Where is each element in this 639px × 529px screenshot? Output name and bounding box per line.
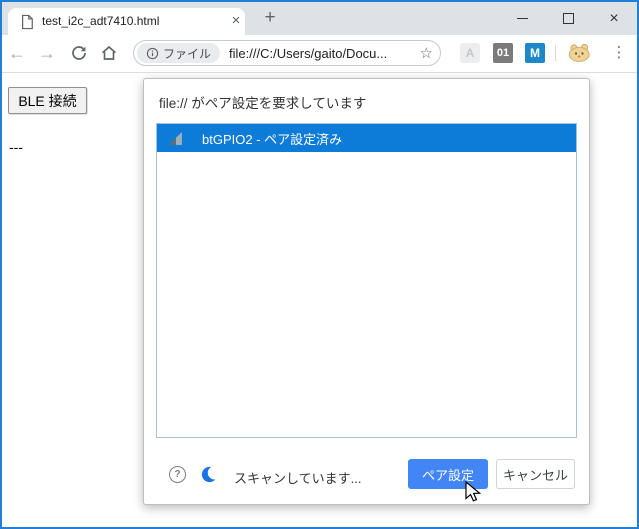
maximize-icon	[563, 13, 574, 24]
bookmark-star-icon[interactable]: ☆	[420, 42, 433, 65]
counter-extension-icon[interactable]: 01	[493, 43, 513, 63]
window-controls: ×	[499, 2, 637, 35]
tab-close-icon[interactable]: ×	[226, 8, 246, 35]
title-bar[interactable]: test_i2c_adt7410.html × + ×	[2, 2, 637, 35]
ble-connect-button[interactable]: BLE 接続	[8, 87, 87, 114]
extension-separator	[555, 45, 556, 61]
device-row[interactable]: btGPIO2 - ペア設定済み	[157, 124, 576, 152]
help-icon[interactable]: ?	[169, 466, 186, 483]
forward-icon[interactable]: →	[33, 35, 61, 71]
close-window-button[interactable]: ×	[591, 2, 637, 35]
device-list[interactable]: btGPIO2 - ペア設定済み	[156, 123, 577, 438]
back-icon[interactable]: ←	[3, 35, 31, 71]
scanning-spinner-icon	[200, 465, 219, 484]
page-status-text: ---	[9, 139, 23, 155]
tab-title: test_i2c_adt7410.html	[42, 8, 159, 35]
signal-strength-icon	[167, 130, 184, 147]
security-chip-label: ファイル	[163, 45, 211, 62]
page-favicon-icon	[20, 14, 34, 35]
new-tab-icon[interactable]: +	[258, 4, 282, 32]
browser-menu-icon[interactable]: ⋮	[607, 35, 631, 71]
hamster-extension-icon[interactable]	[568, 43, 591, 62]
info-icon	[146, 47, 159, 60]
home-icon[interactable]	[95, 44, 123, 62]
scanning-status-text: スキャンしています...	[234, 468, 361, 487]
address-bar[interactable]: ファイル file:///C:/Users/gaito/Docu... ☆	[133, 40, 441, 66]
cancel-button[interactable]: キャンセル	[496, 459, 575, 489]
m-extension-icon[interactable]: M	[525, 43, 545, 63]
minimize-button[interactable]	[499, 2, 545, 35]
dialog-title: file:// がペア設定を要求しています	[159, 92, 366, 112]
adobe-extension-icon[interactable]: A	[460, 43, 480, 63]
mouse-cursor	[465, 481, 484, 509]
maximize-button[interactable]	[545, 2, 591, 35]
security-chip[interactable]: ファイル	[137, 43, 220, 63]
browser-window: test_i2c_adt7410.html × + × ← →	[0, 0, 639, 529]
browser-tab[interactable]: test_i2c_adt7410.html ×	[8, 8, 245, 35]
bluetooth-chooser-dialog: file:// がペア設定を要求しています	[143, 78, 590, 505]
browser-toolbar: ← → ファイル file:///C:/Users/ga	[2, 35, 637, 73]
url-text[interactable]: file:///C:/Users/gaito/Docu...	[229, 46, 387, 61]
device-name: btGPIO2 - ペア設定済み	[202, 129, 342, 148]
minimize-icon	[517, 18, 528, 19]
reload-icon[interactable]	[65, 44, 93, 62]
